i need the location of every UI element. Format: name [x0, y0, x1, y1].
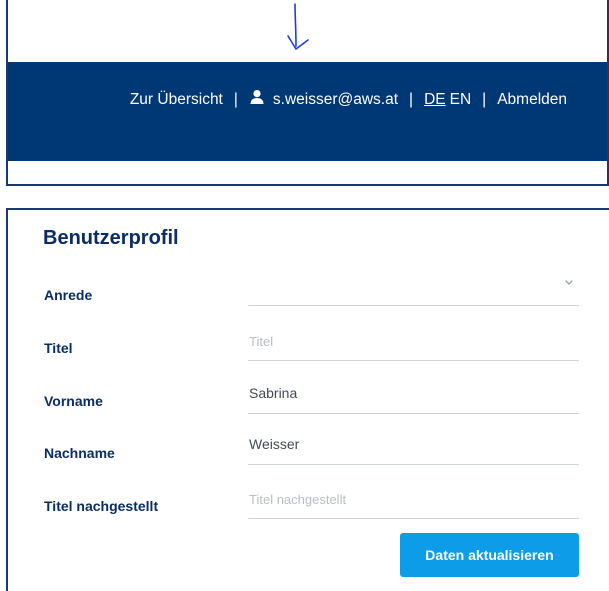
nav-separator: |	[233, 90, 238, 108]
titel-placeholder: Titel	[249, 334, 274, 349]
update-data-button[interactable]: Daten aktualisieren	[400, 533, 579, 577]
form-row-vorname: Vorname Sabrina	[8, 385, 609, 437]
form-row-anrede: Anrede	[8, 280, 609, 332]
page-title: Benutzerprofil	[43, 227, 179, 249]
header-nav: Zur Übersicht | s.weisser@aws.at | DE EN…	[130, 89, 567, 110]
titel-nachgestellt-placeholder: Titel nachgestellt	[249, 492, 347, 507]
header-bar: Zur Übersicht | s.weisser@aws.at | DE EN…	[8, 62, 607, 161]
chevron-down-icon	[565, 280, 573, 285]
anrede-select[interactable]	[248, 277, 579, 306]
nachname-field[interactable]: Weisser	[248, 436, 579, 465]
user-icon	[249, 89, 265, 110]
form-row-nachname: Nachname Weisser	[8, 436, 609, 490]
titel-nachgestellt-field[interactable]: Titel nachgestellt	[248, 490, 579, 519]
overview-link[interactable]: Zur Übersicht	[130, 91, 223, 109]
header-screenshot-panel: Zur Übersicht | s.weisser@aws.at | DE EN…	[6, 0, 609, 186]
language-de-link[interactable]: DE	[424, 91, 446, 109]
user-email[interactable]: s.weisser@aws.at	[273, 91, 398, 109]
nav-separator: |	[409, 90, 414, 108]
titel-nachgestellt-label: Titel nachgestellt	[44, 498, 159, 514]
nav-separator: |	[482, 90, 487, 108]
titel-label: Titel	[44, 340, 73, 356]
profile-panel: Benutzerprofil Anrede Titel Titel Vornam…	[6, 208, 609, 591]
nachname-label: Nachname	[44, 445, 115, 461]
logout-link[interactable]: Abmelden	[497, 91, 567, 109]
form-row-titel: Titel Titel	[8, 332, 609, 384]
titel-field[interactable]: Titel	[248, 332, 579, 361]
language-en-link[interactable]: EN	[450, 91, 472, 109]
vorname-value: Sabrina	[249, 385, 298, 401]
nachname-value: Weisser	[249, 436, 300, 452]
arrow-down-icon	[287, 3, 309, 50]
vorname-label: Vorname	[44, 393, 103, 409]
vorname-field[interactable]: Sabrina	[248, 385, 579, 414]
anrede-label: Anrede	[44, 287, 93, 303]
